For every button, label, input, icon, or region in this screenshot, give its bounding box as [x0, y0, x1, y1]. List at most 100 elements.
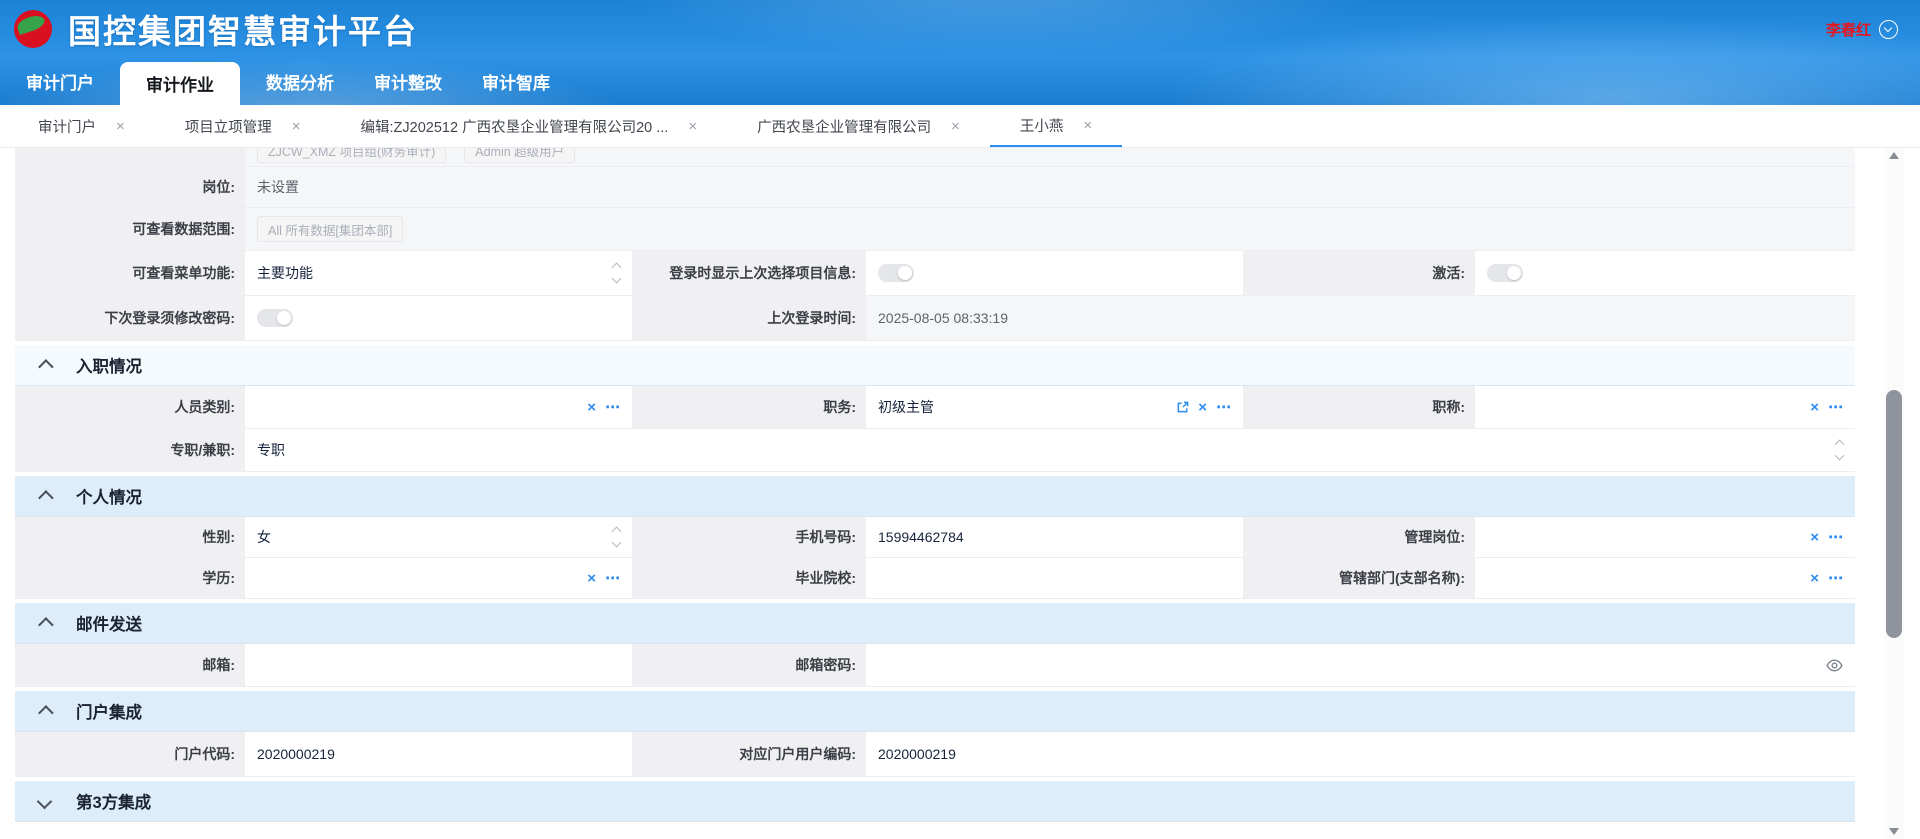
more-icon[interactable]: ⋯	[1216, 400, 1231, 415]
mgmt-post-field[interactable]: × ⋯	[1475, 517, 1855, 557]
scrollbar-thumb[interactable]	[1886, 390, 1902, 638]
clear-icon[interactable]: ×	[587, 571, 596, 586]
collapse-icon[interactable]	[38, 359, 54, 375]
gender-row: 性别: 女 手机号码: 15994462784 管理岗位: × ⋯	[15, 517, 1855, 558]
last-login-field: 2025-08-05 08:33:19	[866, 296, 1855, 340]
doc-tab-audit-portal[interactable]: 审计门户 ×	[8, 105, 155, 147]
person-category-label: 人员类别:	[15, 386, 245, 428]
portal-code-field[interactable]: 2020000219	[245, 732, 632, 776]
more-icon[interactable]: ⋯	[605, 400, 620, 415]
close-icon[interactable]: ×	[292, 119, 301, 134]
collapse-icon[interactable]	[38, 705, 54, 721]
section-portal[interactable]: 门户集成	[15, 691, 1855, 732]
section-third-party[interactable]: 第3方集成	[15, 781, 1855, 822]
doc-tab-label: 广西农垦企业管理有限公司	[757, 116, 931, 137]
person-category-field[interactable]: × ⋯	[245, 386, 632, 428]
vertical-scrollbar[interactable]	[1884, 148, 1904, 839]
portal-code-value: 2020000219	[257, 746, 335, 762]
clear-icon[interactable]: ×	[1810, 530, 1819, 545]
scroll-up-icon[interactable]	[1889, 152, 1899, 159]
chevron-down-icon[interactable]	[1879, 20, 1898, 39]
education-row: 学历: × ⋯ 毕业院校: 管辖部门(支部名称): × ⋯	[15, 558, 1855, 599]
data-scope-label: 可查看数据范围:	[15, 208, 245, 250]
expand-icon[interactable]	[37, 793, 53, 809]
clear-icon[interactable]: ×	[1810, 400, 1819, 415]
more-icon[interactable]: ⋯	[1828, 571, 1843, 586]
email-pwd-field[interactable]	[866, 644, 1855, 686]
collapse-icon[interactable]	[38, 617, 54, 633]
app-window: 国控集团智慧审计平台 李春红 审计门户 审计作业 数据分析 审计整改 审计智库 …	[0, 0, 1920, 839]
doc-tab-edit-project[interactable]: 编辑:ZJ202512 广西农垦企业管理有限公司20 ... ×	[331, 105, 728, 147]
document-tab-bar: 审计门户 × 项目立项管理 × 编辑:ZJ202512 广西农垦企业管理有限公司…	[0, 105, 1920, 148]
nav-item-audit-portal[interactable]: 审计门户	[12, 58, 108, 105]
collapse-icon[interactable]	[38, 490, 54, 506]
full-or-part-select[interactable]: 专职	[245, 429, 1855, 471]
section-title: 第3方集成	[76, 789, 151, 813]
scroll-down-icon[interactable]	[1889, 828, 1899, 835]
section-personal[interactable]: 个人情况	[15, 476, 1855, 517]
section-title: 邮件发送	[76, 611, 142, 635]
doc-tab-wang-xiaoyan[interactable]: 王小燕 ×	[990, 105, 1122, 147]
duty-field[interactable]: 初级主管 × ⋯	[866, 386, 1243, 428]
portal-user-code-field[interactable]: 2020000219	[866, 732, 1855, 776]
section-onboarding[interactable]: 入职情况	[15, 345, 1855, 386]
more-icon[interactable]: ⋯	[1828, 400, 1843, 415]
nav-item-audit-knowledge[interactable]: 审计智库	[468, 58, 564, 105]
education-field[interactable]: × ⋯	[245, 558, 632, 598]
menu-functions-label: 可查看菜单功能:	[15, 251, 245, 295]
doc-tab-project-setup[interactable]: 项目立项管理 ×	[155, 105, 331, 147]
gender-value: 女	[257, 527, 271, 547]
clear-icon[interactable]: ×	[587, 400, 596, 415]
post-value: 未设置	[257, 177, 299, 197]
last-login-label: 上次登录时间:	[632, 296, 866, 340]
more-icon[interactable]: ⋯	[605, 571, 620, 586]
nav-label: 数据分析	[266, 69, 334, 94]
external-link-icon[interactable]	[1176, 401, 1189, 414]
graduate-school-label: 毕业院校:	[632, 558, 866, 598]
close-icon[interactable]: ×	[1083, 118, 1092, 133]
prof-title-label: 职称:	[1243, 386, 1475, 428]
more-icon[interactable]: ⋯	[1828, 530, 1843, 545]
clear-icon[interactable]: ×	[1198, 400, 1207, 415]
select-arrows-icon[interactable]	[613, 264, 620, 282]
roles-row-clipped: ZJCW_XMZ 项目组(财务审计) Admin 超级用户	[15, 148, 1855, 167]
graduate-school-field[interactable]	[866, 558, 1243, 598]
mobile-field[interactable]: 15994462784	[866, 517, 1243, 557]
post-field: 未设置	[245, 167, 1855, 207]
nav-label: 审计作业	[146, 71, 214, 96]
close-icon[interactable]: ×	[688, 119, 697, 134]
user-menu[interactable]: 李春红	[1826, 19, 1898, 40]
close-icon[interactable]: ×	[951, 119, 960, 134]
doc-tab-company[interactable]: 广西农垦企业管理有限公司 ×	[727, 105, 990, 147]
nav-item-audit-work[interactable]: 审计作业	[120, 62, 240, 105]
show-last-project-label: 登录时显示上次选择项目信息:	[632, 251, 866, 295]
must-change-pwd-label: 下次登录须修改密码:	[15, 296, 245, 340]
last-login-value: 2025-08-05 08:33:19	[878, 310, 1008, 326]
select-arrows-icon[interactable]	[613, 528, 620, 546]
clear-icon[interactable]: ×	[1810, 571, 1819, 586]
full-or-part-label: 专职/兼职:	[15, 429, 245, 471]
menu-functions-select[interactable]: 主要功能	[245, 251, 632, 295]
app-title: 国控集团智慧审计平台	[68, 5, 418, 53]
dept-branch-label: 管辖部门(支部名称):	[1243, 558, 1475, 598]
email-field[interactable]	[245, 644, 632, 686]
nav-item-data-analysis[interactable]: 数据分析	[252, 58, 348, 105]
select-arrows-icon[interactable]	[1836, 441, 1843, 459]
mobile-value: 15994462784	[878, 529, 964, 545]
nav-label: 审计智库	[482, 69, 550, 94]
gender-select[interactable]: 女	[245, 517, 632, 557]
mobile-label: 手机号码:	[632, 517, 866, 557]
person-category-row: 人员类别: × ⋯ 职务: 初级主管 × ⋯	[15, 386, 1855, 429]
close-icon[interactable]: ×	[116, 119, 125, 134]
user-name[interactable]: 李春红	[1826, 19, 1871, 40]
role-chip: Admin 超级用户	[464, 148, 575, 163]
must-change-pwd-toggle[interactable]	[257, 309, 293, 327]
nav-item-audit-rectify[interactable]: 审计整改	[360, 58, 456, 105]
prof-title-field[interactable]: × ⋯	[1475, 386, 1855, 428]
activated-toggle[interactable]	[1487, 264, 1523, 282]
eye-icon[interactable]	[1826, 659, 1843, 672]
dept-branch-field[interactable]: × ⋯	[1475, 558, 1855, 598]
section-mail[interactable]: 邮件发送	[15, 603, 1855, 644]
form-content: ZJCW_XMZ 项目组(财务审计) Admin 超级用户 岗位: 未设置 可查…	[0, 148, 1920, 839]
show-last-project-toggle[interactable]	[878, 264, 914, 282]
